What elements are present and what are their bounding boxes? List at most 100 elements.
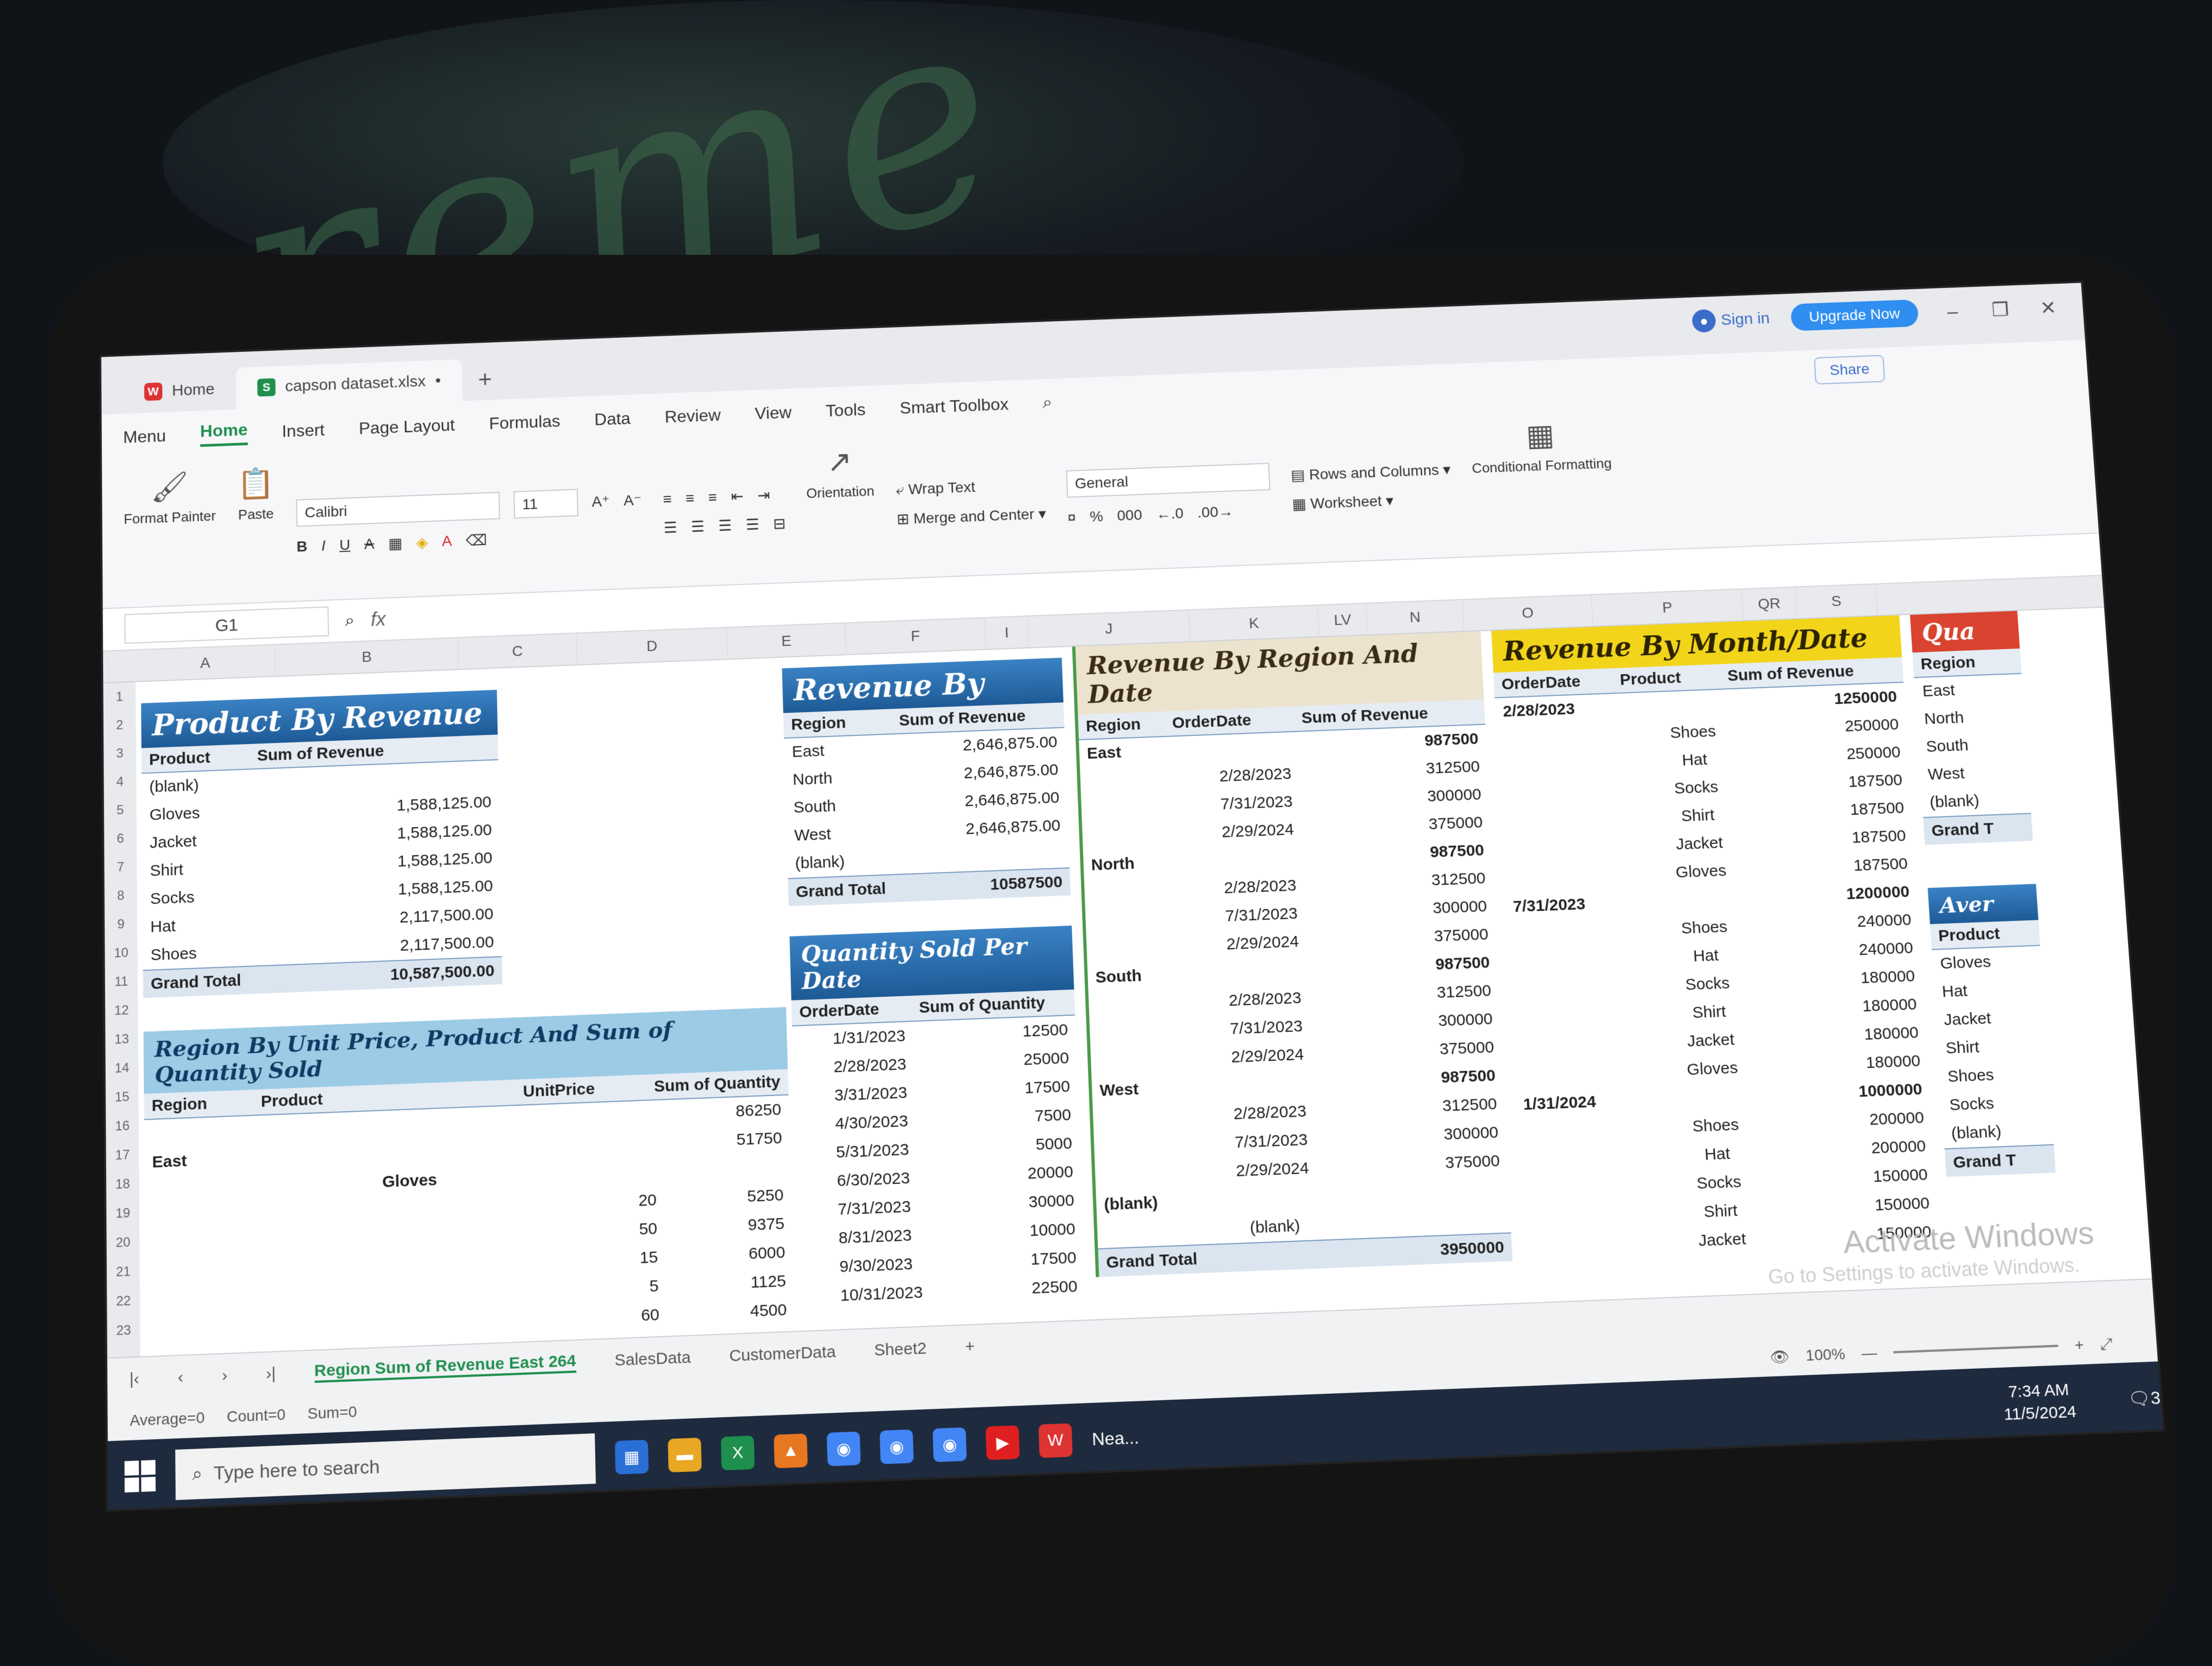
increase-font-icon[interactable]: A⁺ [591, 492, 610, 510]
row-header[interactable]: 3 [104, 739, 136, 768]
orientation-button[interactable]: ↗ Orientation [805, 443, 877, 571]
align-center-icon[interactable]: ☰ [691, 518, 705, 536]
fill-color-icon[interactable]: ◈ [416, 533, 428, 551]
pivot-row[interactable]: Hat [1933, 974, 2044, 1007]
indent-decrease-icon[interactable]: ⇤ [731, 488, 744, 505]
pivot-row[interactable]: Gloves [1932, 946, 2042, 978]
conditional-formatting-button[interactable]: ▦ Conditional Formatting [1469, 415, 1616, 546]
row-header[interactable]: 20 [106, 1227, 139, 1258]
decrease-decimal-icon[interactable]: .00→ [1197, 503, 1233, 522]
percent-icon[interactable]: % [1090, 508, 1104, 526]
pivot-row[interactable]: West [1919, 757, 2029, 789]
align-right-icon[interactable]: ☰ [718, 517, 732, 535]
chrome-icon[interactable]: ◉ [826, 1431, 861, 1466]
col-header[interactable]: D [576, 627, 728, 665]
italic-icon[interactable]: I [321, 537, 325, 554]
sheet-nav-first-icon[interactable]: |‹ [130, 1370, 139, 1389]
new-tab-icon[interactable]: + [478, 367, 492, 401]
pivot-row[interactable]: South [1918, 729, 2027, 761]
close-icon[interactable]: ✕ [2034, 297, 2062, 319]
menu-page-layout[interactable]: Page Layout [359, 415, 455, 438]
distributed-icon[interactable]: ⊟ [773, 515, 786, 533]
col-header[interactable]: P [1591, 589, 1744, 626]
underline-icon[interactable]: U [339, 536, 350, 554]
row-header[interactable]: 15 [106, 1082, 139, 1112]
zoom-slider[interactable] [1893, 1344, 2059, 1354]
col-header[interactable]: C [458, 633, 577, 669]
col-header[interactable]: F [845, 618, 986, 655]
windows-start-icon[interactable] [124, 1460, 156, 1493]
col-header[interactable]: E [727, 623, 846, 659]
align-left-icon[interactable]: ☰ [664, 519, 678, 537]
name-box[interactable]: G1 [124, 606, 329, 644]
zoom-out-icon[interactable]: — [1861, 1344, 1877, 1362]
row-header[interactable]: 5 [104, 796, 137, 825]
pivot-product-by-revenue[interactable]: Product By Revenue Product Sum of Revenu… [141, 689, 503, 998]
file-explorer-icon[interactable]: ▬ [667, 1437, 702, 1473]
sign-in-button[interactable]: ● Sign in [1692, 307, 1770, 333]
menu-data[interactable]: Data [594, 408, 631, 429]
row-header[interactable]: 16 [106, 1111, 139, 1142]
pivot-revenue-by[interactable]: Revenue By Region Sum of Revenue East 2,6… [782, 657, 1071, 906]
col-header[interactable]: A [135, 645, 276, 682]
pivot-quantity-partial[interactable]: Qua Region East North South West (blank)… [1909, 611, 2056, 1177]
pivot-header-col[interactable]: Product [149, 747, 258, 769]
add-sheet-icon[interactable]: + [964, 1337, 975, 1356]
taskbar-search[interactable]: ⌕ Type here to search [175, 1433, 596, 1501]
pivot-header-col[interactable]: Sum of Quantity [654, 1073, 781, 1096]
eye-icon[interactable]: 👁 [1769, 1347, 1790, 1366]
row-header[interactable]: 22 [107, 1286, 140, 1316]
worksheet-button[interactable]: ▦ Worksheet ▾ [1292, 490, 1452, 513]
borders-icon[interactable]: ▦ [388, 534, 403, 552]
taskbar-clock[interactable]: 7:34 AM 11/5/2024 [2002, 1379, 2077, 1426]
strikethrough-icon[interactable]: A [364, 535, 375, 553]
sheet-tab-customerdata[interactable]: CustomerData [729, 1343, 836, 1366]
menu-view[interactable]: View [755, 402, 792, 423]
pivot-header-col[interactable]: Sum of Quantity [919, 994, 1046, 1017]
clear-format-icon[interactable]: ⌫ [466, 531, 487, 549]
sheet-nav-last-icon[interactable]: ›| [266, 1364, 275, 1384]
pivot-revenue-region-date[interactable]: Revenue By Region And Date Region OrderD… [1072, 631, 1513, 1277]
row-header[interactable]: 8 [105, 881, 137, 911]
zoom-search-icon[interactable]: ⌕ [345, 610, 355, 631]
pivot-row[interactable]: North [1916, 702, 2025, 734]
chrome-icon[interactable]: ◉ [933, 1427, 967, 1463]
row-header[interactable]: 23 [107, 1315, 140, 1346]
pivot-header-col[interactable]: Sum of Revenue [1301, 704, 1429, 727]
pivot-row[interactable]: Jacket [1935, 1002, 2046, 1035]
row-header[interactable]: 11 [105, 967, 138, 997]
notification-icon[interactable]: 🗨3 [2127, 1387, 2161, 1409]
sheet-nav-next-icon[interactable]: › [222, 1366, 228, 1385]
pivot-header[interactable]: Product [1930, 920, 2041, 950]
indent-increase-icon[interactable]: ⇥ [757, 486, 770, 504]
zoom-level[interactable]: 100% [1805, 1345, 1846, 1365]
menu-home[interactable]: Home [200, 420, 248, 447]
pivot-header-col[interactable]: UnitPrice [523, 1078, 654, 1101]
pivot-row[interactable]: Shirt [1937, 1030, 2048, 1063]
paste-button[interactable]: 📋 Paste [237, 466, 276, 593]
row-header[interactable]: 10 [105, 938, 138, 968]
news-widget[interactable]: Nea... [1091, 1427, 1139, 1449]
align-top-icon[interactable]: ≡ [663, 490, 672, 508]
pivot-row[interactable]: Shoes [1939, 1059, 2050, 1092]
chrome-icon[interactable]: ◉ [879, 1429, 914, 1464]
task-view-icon[interactable]: ▦ [614, 1439, 649, 1475]
format-painter-button[interactable]: 🖌 Format Painter [124, 468, 217, 597]
search-icon[interactable]: ⌕ [1043, 392, 1053, 412]
font-color-icon[interactable]: A [442, 533, 452, 550]
thousands-icon[interactable]: 000 [1117, 507, 1142, 524]
justify-icon[interactable]: ☰ [745, 516, 760, 534]
col-header[interactable]: I [985, 616, 1030, 649]
merge-center-button[interactable]: ⊞ Merge and Center ▾ [896, 505, 1046, 528]
font-name-select[interactable]: Calibri [295, 491, 500, 527]
row-header[interactable]: 13 [105, 1024, 138, 1055]
font-size-select[interactable]: 11 [513, 488, 578, 518]
pivot-header-col[interactable]: Sum of Revenue [899, 707, 1026, 730]
row-header[interactable]: 2 [104, 710, 136, 740]
align-middle-icon[interactable]: ≡ [685, 490, 695, 507]
menu-review[interactable]: Review [665, 405, 721, 427]
row-header[interactable]: 19 [106, 1198, 139, 1228]
pivot-header-col[interactable]: Sum of Revenue [257, 742, 384, 765]
pivot-revenue-month-date[interactable]: Revenue By Month/Date OrderDate Product … [1491, 615, 1940, 1263]
col-header[interactable]: B [275, 638, 459, 676]
